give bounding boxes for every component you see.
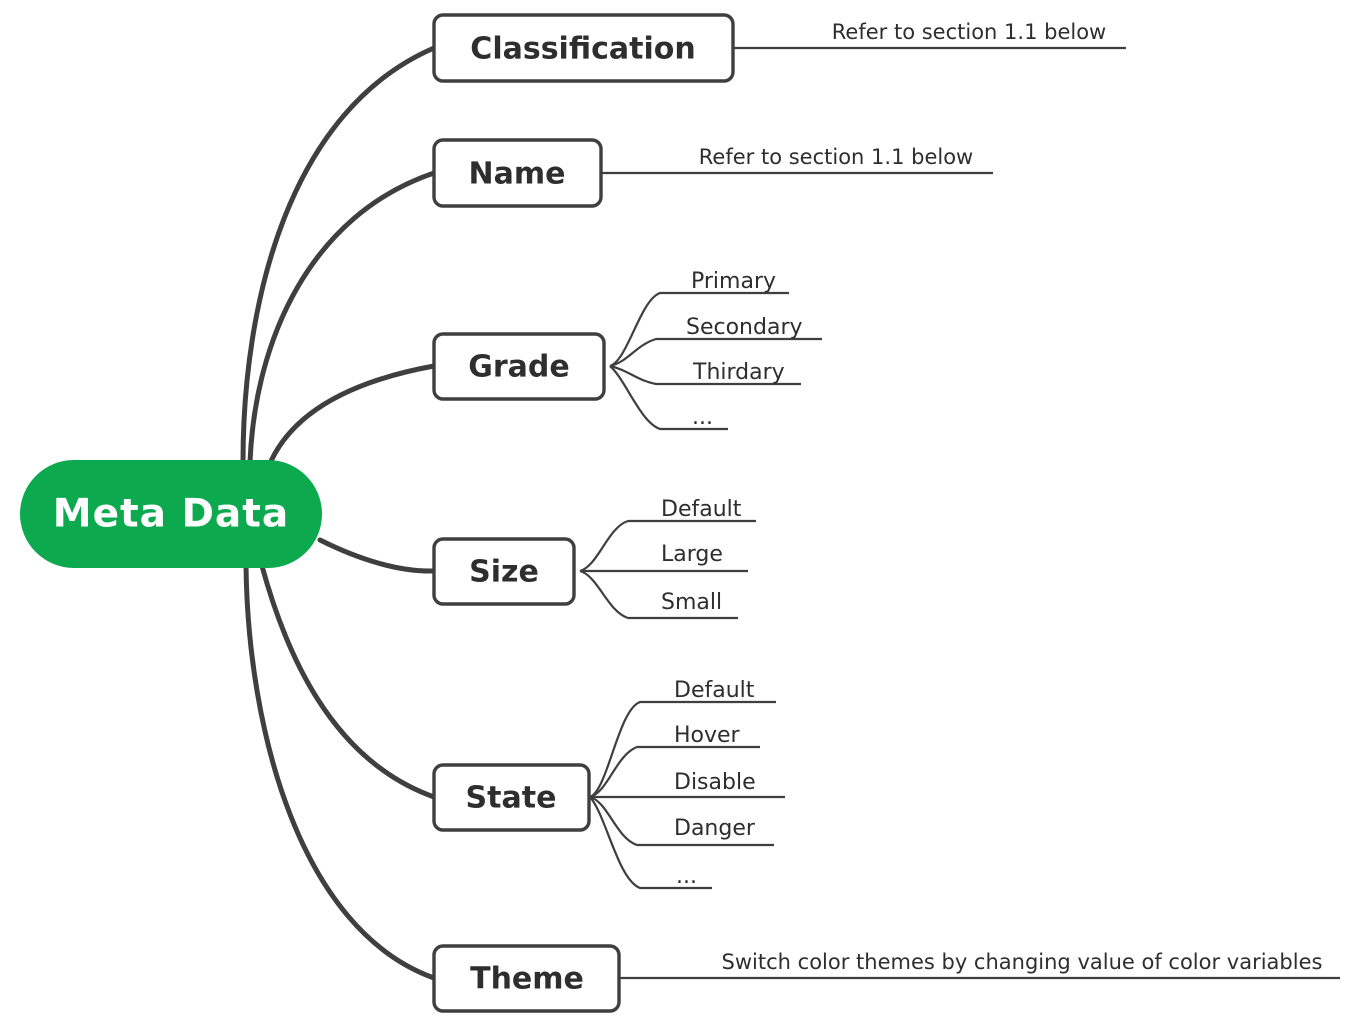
branch-node-name[interactable]: Name bbox=[432, 138, 603, 208]
branch-label-state: State bbox=[466, 781, 557, 816]
branch-node-state[interactable]: State bbox=[432, 763, 591, 832]
root-node[interactable]: Meta Data bbox=[20, 460, 322, 568]
leaf-label-grade-primary[interactable]: Primary bbox=[691, 269, 776, 294]
leaf-label-state-disable[interactable]: Disable bbox=[674, 770, 756, 795]
annotation-text-name: Refer to section 1.1 below bbox=[699, 145, 973, 169]
trunk-to-grade bbox=[265, 363, 437, 471]
trunk-to-name bbox=[247, 170, 437, 465]
mindmap-svg: Meta Data Classification Name Grade Size bbox=[20, 13, 1340, 1013]
trunk-to-size bbox=[317, 537, 437, 574]
root-node-label: Meta Data bbox=[53, 492, 289, 537]
branch-node-theme[interactable]: Theme bbox=[432, 944, 621, 1013]
branch-node-size[interactable]: Size bbox=[432, 537, 576, 606]
annotation-labels: Refer to section 1.1 below Refer to sect… bbox=[699, 20, 1323, 974]
branch-label-grade: Grade bbox=[468, 350, 569, 385]
size-leaf-labels: Default Large Small bbox=[661, 497, 742, 615]
branch-label-theme: Theme bbox=[470, 962, 584, 997]
branch-label-classification: Classification bbox=[470, 32, 695, 67]
annotation-text-theme: Switch color themes by changing value of… bbox=[722, 950, 1323, 974]
leaf-label-state-danger[interactable]: Danger bbox=[674, 816, 756, 841]
leaf-label-state-default[interactable]: Default bbox=[674, 678, 755, 703]
leaf-label-size-large[interactable]: Large bbox=[661, 542, 723, 567]
branch-node-grade[interactable]: Grade bbox=[432, 332, 606, 401]
state-leaf-labels: Default Hover Disable Danger ... bbox=[674, 678, 756, 889]
leaf-label-grade-secondary[interactable]: Secondary bbox=[686, 315, 803, 340]
trunk-to-theme bbox=[243, 563, 437, 981]
leaf-label-grade-thirdary[interactable]: Thirdary bbox=[692, 360, 785, 385]
branch-label-size: Size bbox=[469, 555, 539, 590]
annotation-text-classification: Refer to section 1.1 below bbox=[832, 20, 1106, 44]
branch-label-name: Name bbox=[469, 157, 566, 192]
leaf-label-grade-ellipsis[interactable]: ... bbox=[692, 405, 713, 430]
branch-node-classification[interactable]: Classification bbox=[432, 13, 735, 83]
mindmap-canvas: Meta Data Classification Name Grade Size bbox=[0, 0, 1370, 1028]
trunk-to-classification bbox=[240, 45, 437, 465]
leaf-label-size-default[interactable]: Default bbox=[661, 497, 742, 522]
leaf-label-state-hover[interactable]: Hover bbox=[674, 723, 741, 748]
leaf-label-state-ellipsis[interactable]: ... bbox=[676, 864, 697, 889]
trunk-to-state bbox=[259, 563, 437, 800]
leaf-label-size-small[interactable]: Small bbox=[661, 590, 722, 615]
